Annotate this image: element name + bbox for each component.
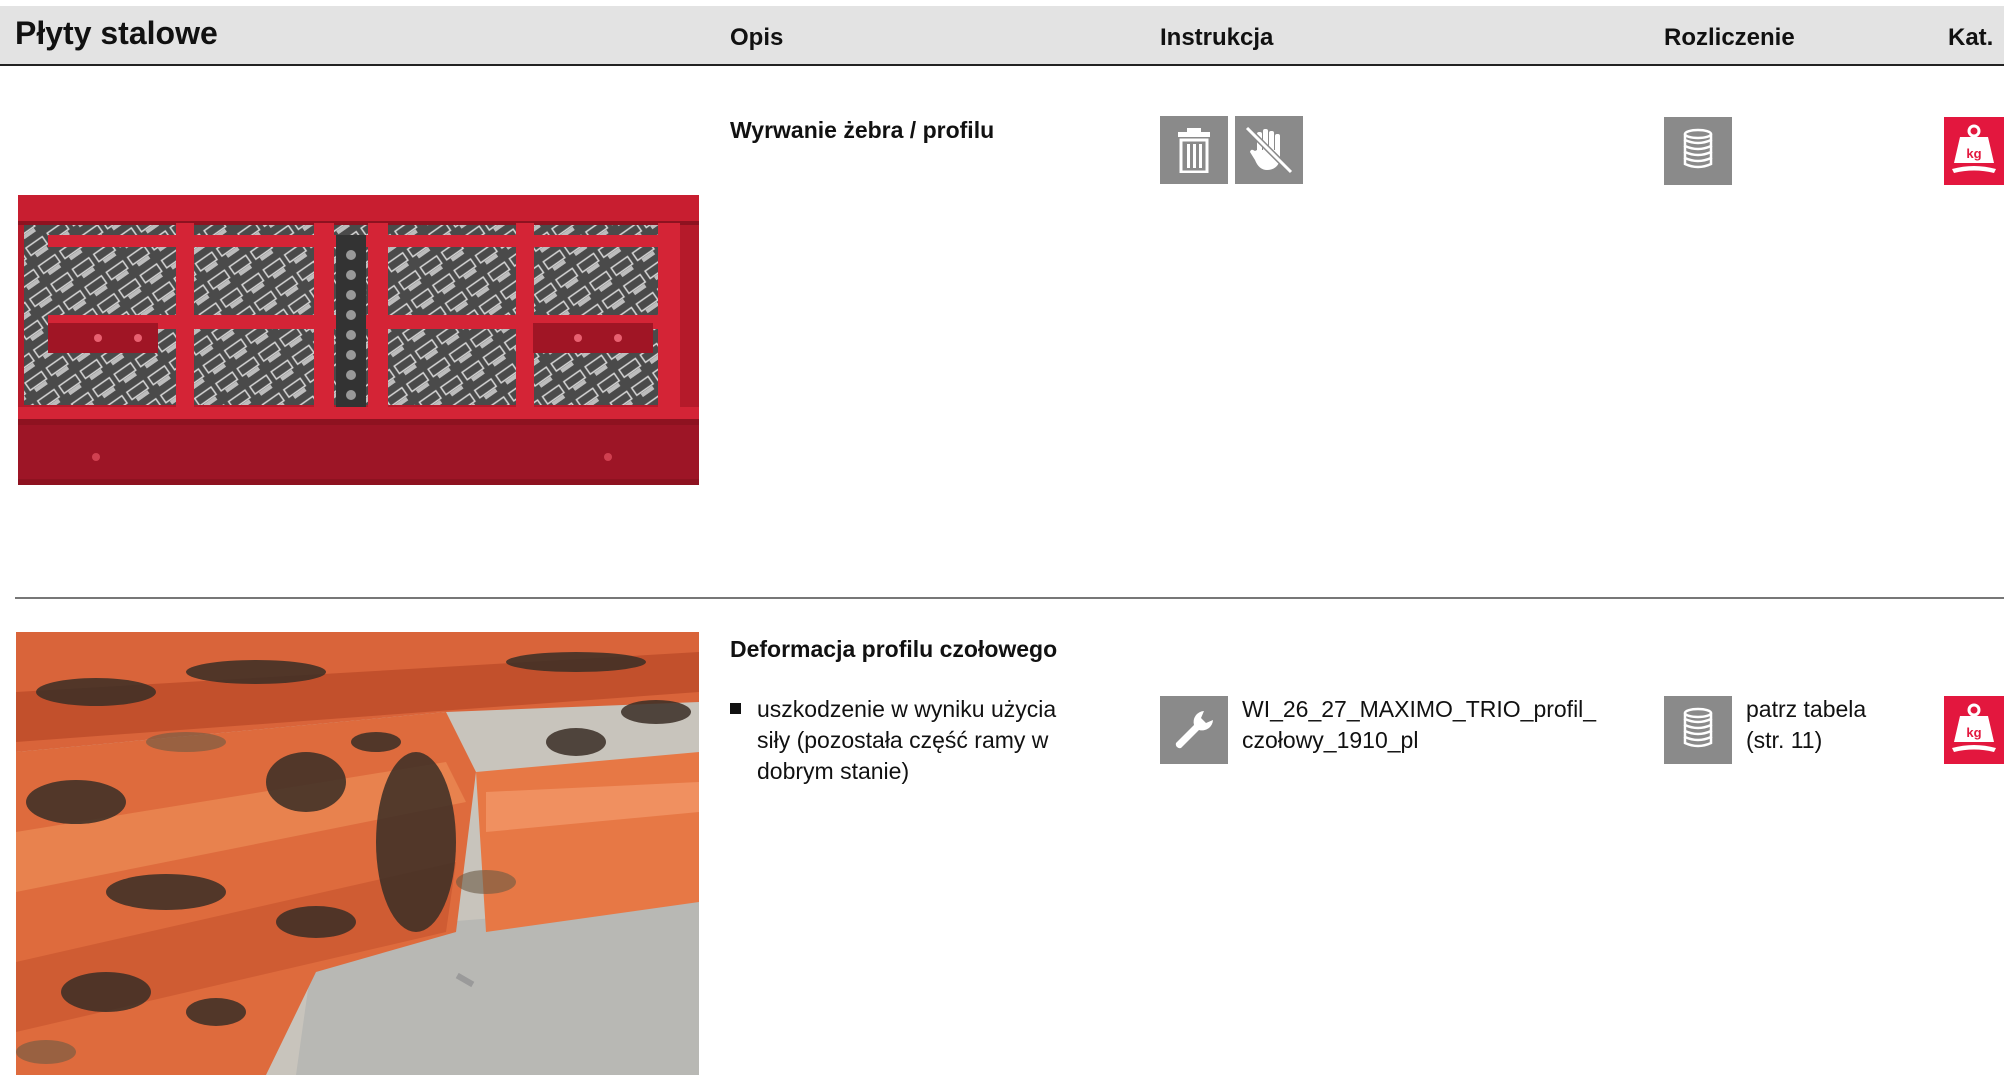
svg-text:kg: kg <box>1966 725 1981 740</box>
column-header-opis: Opis <box>730 24 784 51</box>
billing-reference: patrz tabela (str. 11) <box>1746 696 1867 753</box>
instruction-document-link[interactable]: WI_26_27_MAXIMO_TRIO_profil_ czołowy_191… <box>1242 694 1642 756</box>
steel-panel-photo <box>18 195 699 485</box>
damage-title: Deformacja profilu czołowego <box>730 636 1058 662</box>
damage-title: Wyrwanie żebra / profilu <box>730 117 995 143</box>
rusty-profile-photo <box>16 632 699 1075</box>
column-header-kat: Kat. <box>1948 24 1994 51</box>
row-divider <box>15 597 2004 599</box>
weight-kg-icon: kg <box>1944 117 2004 185</box>
damage-description: uszkodzenie w wyniku użycia siły (pozost… <box>730 694 1090 787</box>
bullet-text: uszkodzenie w wyniku użycia siły (pozost… <box>757 696 1057 784</box>
column-header-instrukcja: Instrukcja <box>1160 24 1274 51</box>
page-title: Płyty stalowe <box>15 15 218 51</box>
bullet-square <box>730 703 741 714</box>
trash-icon <box>1160 116 1228 184</box>
svg-text:kg: kg <box>1966 146 1981 161</box>
column-header-rozliczenie: Rozliczenie <box>1664 24 1795 51</box>
coin-stack-icon <box>1664 696 1732 764</box>
weight-kg-icon: kg <box>1944 696 2004 764</box>
no-repair-hand-icon <box>1235 116 1303 184</box>
coin-stack-icon <box>1664 117 1732 185</box>
wrench-icon <box>1160 696 1228 764</box>
table-header: Płyty stalowe Opis Instrukcja Rozliczeni… <box>0 6 2004 66</box>
